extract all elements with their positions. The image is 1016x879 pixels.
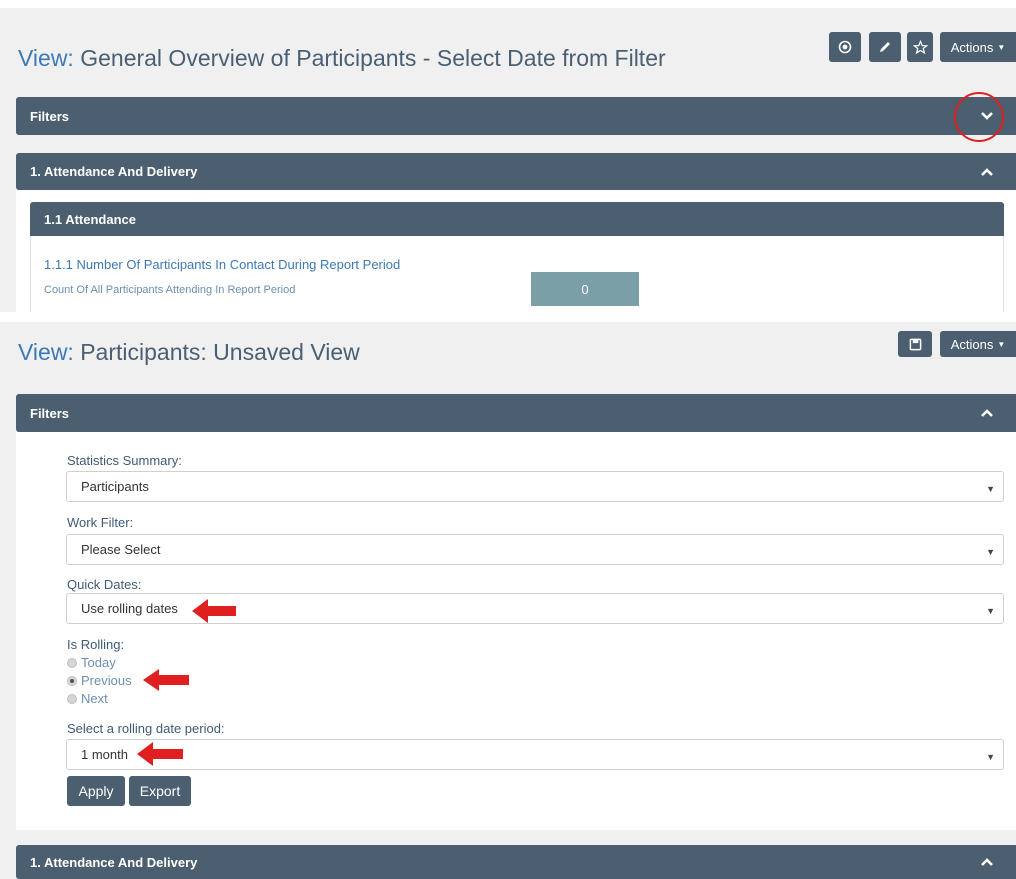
radio-previous-label: Previous [81,673,132,688]
metric-description: Count Of All Participants Attending In R… [44,284,296,296]
radio-today-label: Today [81,655,116,670]
apply-button[interactable]: Apply [67,776,125,806]
filters-label: Filters [30,405,70,421]
actions-dropdown[interactable]: Actions ▼ [940,32,1016,62]
bottom-screenshot: View: Participants: Unsaved View Actions… [0,322,1016,879]
section-label: 1. Attendance And Delivery [30,854,198,870]
radio-dot-selected [67,675,77,686]
chevron-up-icon[interactable] [980,167,994,177]
page-title: View: Participants: Unsaved View [18,339,360,366]
title-text: General Overview of Participants - Selec… [80,45,666,71]
actions-label: Actions [950,336,994,352]
filters-label: Filters [30,108,70,124]
subsection-label: 1.1 Attendance [44,211,136,227]
section-bar[interactable]: 1. Attendance And Delivery [16,845,1016,879]
stats-select[interactable]: Participants ▼ [66,471,1004,502]
radio-previous[interactable]: Previous [67,673,132,688]
export-button[interactable]: Export [129,776,191,806]
chevron-up-icon[interactable] [980,408,994,418]
radio-next-label: Next [81,691,108,706]
pencil-icon [880,42,890,52]
quick-value: Use rolling dates [81,601,178,616]
title-prefix: View: [18,339,74,365]
filters-bar[interactable]: Filters [16,394,1016,432]
title-text: Participants: Unsaved View [80,339,360,365]
subsection-bar[interactable]: 1.1 Attendance [30,202,1004,236]
annotation-arrow-icon [143,669,189,691]
section-label: 1. Attendance And Delivery [30,164,198,179]
stats-value: Participants [81,479,149,494]
radio-next[interactable]: Next [67,691,108,706]
caret-down-icon: ▼ [997,42,1006,52]
stats-label: Statistics Summary: [67,453,182,468]
radio-dot [67,693,77,704]
edit-button[interactable] [869,32,901,62]
star-icon [912,39,928,54]
top-screenshot: View: General Overview of Participants -… [0,8,1016,312]
section-bar[interactable]: 1. Attendance And Delivery [16,153,1016,190]
caret-down-icon: ▼ [997,339,1006,349]
metric-title-link[interactable]: 1.1.1 Number Of Participants In Contact … [44,257,400,272]
highlight-circle [954,92,1004,142]
period-select[interactable]: 1 month ▼ [66,739,1004,770]
work-label: Work Filter: [67,515,134,530]
chevron-up-icon[interactable] [980,857,994,867]
subsection-panel [30,236,1004,312]
caret-down-icon: ▼ [986,606,995,616]
caret-down-icon: ▼ [986,752,995,762]
save-button[interactable] [898,331,932,357]
work-value: Please Select [81,542,161,557]
record-icon [838,40,852,54]
actions-dropdown[interactable]: Actions ▼ [940,331,1016,357]
rolling-label: Is Rolling: [67,637,125,652]
title-prefix: View: [18,45,74,71]
record-button[interactable] [829,32,861,62]
annotation-arrow-icon [192,599,236,623]
period-label: Select a rolling date period: [67,721,225,736]
actions-label: Actions [950,39,994,55]
work-select[interactable]: Please Select ▼ [66,534,1004,565]
caret-down-icon: ▼ [986,547,995,557]
annotation-arrow-icon [137,742,183,766]
filters-bar[interactable]: Filters [16,97,1016,135]
radio-today[interactable]: Today [67,655,116,670]
quick-label: Quick Dates: [67,577,142,592]
favorite-button[interactable] [907,32,933,62]
metric-value[interactable]: 0 [531,272,639,306]
page-title: View: General Overview of Participants -… [18,45,666,72]
caret-down-icon: ▼ [986,484,995,494]
save-icon [909,338,921,350]
period-value: 1 month [81,747,128,762]
radio-dot [67,657,77,668]
